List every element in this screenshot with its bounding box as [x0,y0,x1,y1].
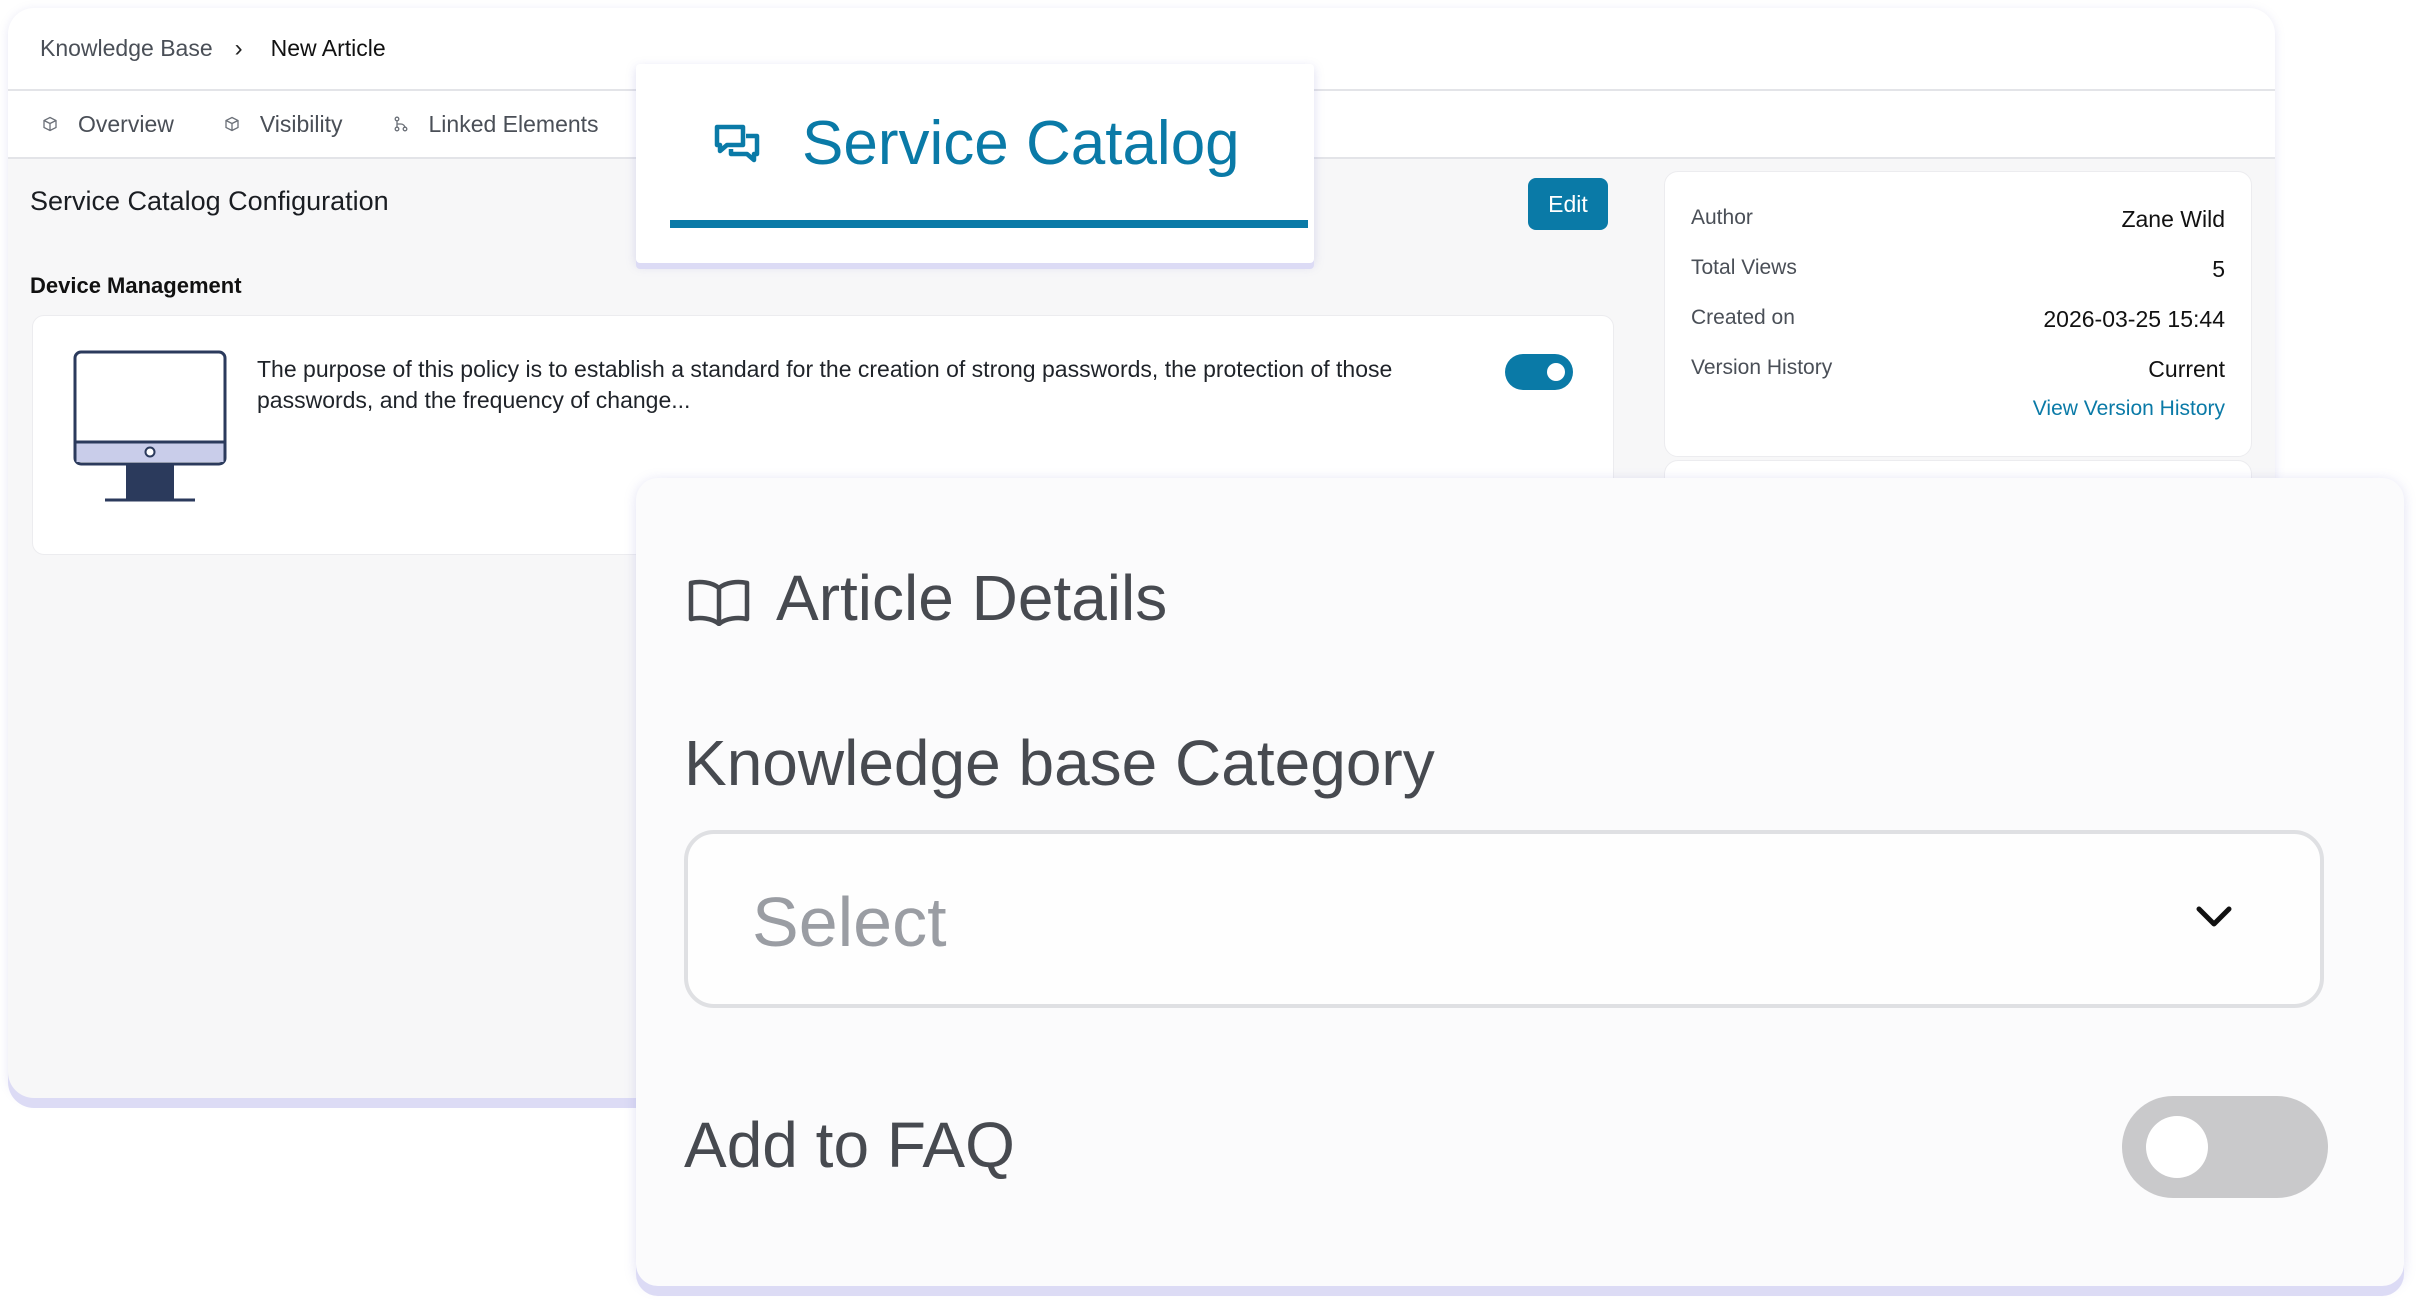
chat-bubbles-icon [714,124,760,163]
configuration-title: Service Catalog Configuration [30,186,389,216]
created-on-value: 2026-03-25 15:44 [2043,306,2225,332]
tab-visibility[interactable]: Visibility [224,111,343,138]
article-details-panel: Article Details Knowledge base Category … [636,478,2404,1286]
add-to-faq-label: Add to FAQ [684,1109,1015,1181]
knowledge-base-category-label: Knowledge base Category [684,727,1435,799]
toggle-knob [2146,1116,2208,1178]
tab-overview[interactable]: Overview [42,111,174,138]
cube-icon [43,116,57,132]
tab-visibility-label: Visibility [259,110,343,137]
device-enabled-toggle[interactable] [1505,354,1573,390]
add-to-faq-toggle[interactable] [2122,1096,2328,1198]
version-history-label: Version History [1691,356,1833,379]
monitor-icon [73,350,227,502]
article-info-panel: Author Zane Wild Total Views 5 Created o… [1664,171,2252,457]
breadcrumb-current: New Article [270,35,386,61]
open-book-icon [688,579,750,626]
toggle-knob [1547,363,1565,381]
service-catalog-tab[interactable]: Service Catalog [636,64,1314,263]
total-views-label: Total Views [1691,256,1797,279]
knowledge-base-category-select[interactable]: Select [684,830,2324,1008]
view-version-history-link[interactable]: View Version History [2033,397,2225,421]
breadcrumb-knowledge-base[interactable]: Knowledge Base [40,35,213,62]
active-tab-indicator [670,220,1308,228]
chevron-down-icon [2196,906,2232,927]
service-catalog-title: Service Catalog [802,109,1240,178]
tab-overview-label: Overview [78,110,174,137]
device-description: The purpose of this policy is to establi… [257,356,1393,413]
link-branch-icon [394,116,407,132]
breadcrumb-chevron-icon: › [234,34,243,62]
author-label: Author [1691,206,1753,229]
section-device-management: Device Management [30,273,242,298]
article-details-title: Article Details [776,562,1168,634]
tab-linked-elements[interactable]: Linked Elements [393,111,599,138]
author-value: Zane Wild [2121,206,2225,232]
total-views-value: 5 [2212,256,2225,282]
cube-icon [225,116,239,132]
version-value: Current [2148,356,2225,382]
edit-button[interactable]: Edit [1528,178,1608,230]
select-placeholder: Select [752,883,947,961]
tab-linked-elements-label: Linked Elements [428,110,599,137]
created-on-label: Created on [1691,306,1795,329]
